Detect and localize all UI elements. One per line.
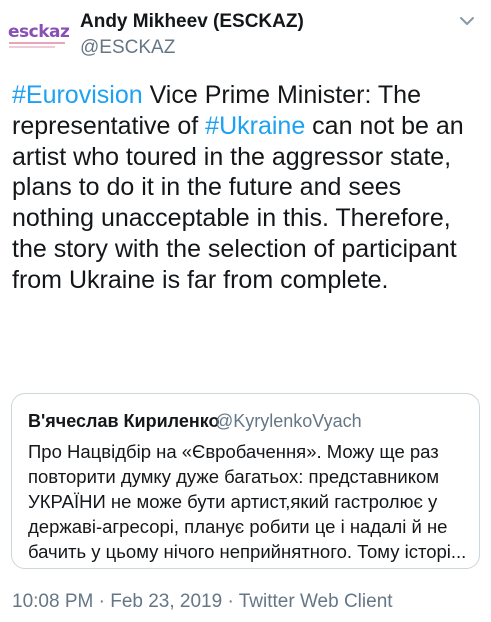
- author-name[interactable]: Andy Mikheev (ESCKAZ): [80, 11, 304, 33]
- quoted-tweet-text: Про Нацвідбір на «Євробачення». Можу ще …: [28, 441, 467, 562]
- quoted-tweet[interactable]: В'ячеслав Кириленко @KyrylenkoVyach Про …: [11, 393, 480, 569]
- avatar-logo-line: [9, 42, 65, 44]
- tweet-timestamp[interactable]: 10:08 PM · Feb 23, 2019 · Twitter Web Cl…: [12, 591, 393, 613]
- author-handle[interactable]: @ESCKAZ: [80, 37, 175, 59]
- avatar[interactable]: esckaz: [8, 16, 70, 56]
- hashtag-link[interactable]: #Ukraine: [205, 112, 305, 140]
- quoted-author-handle: @KyrylenkoVyach: [215, 411, 362, 431]
- tweet-text: #Eurovision Vice Prime Minister: The rep…: [12, 80, 484, 296]
- quoted-author-name: В'ячеслав Кириленко: [28, 411, 220, 431]
- avatar-logo-line: [9, 46, 55, 48]
- avatar-logo-text: esckaz: [8, 22, 70, 42]
- chevron-down-icon[interactable]: [458, 12, 476, 30]
- hashtag-link[interactable]: #Eurovision: [12, 81, 143, 109]
